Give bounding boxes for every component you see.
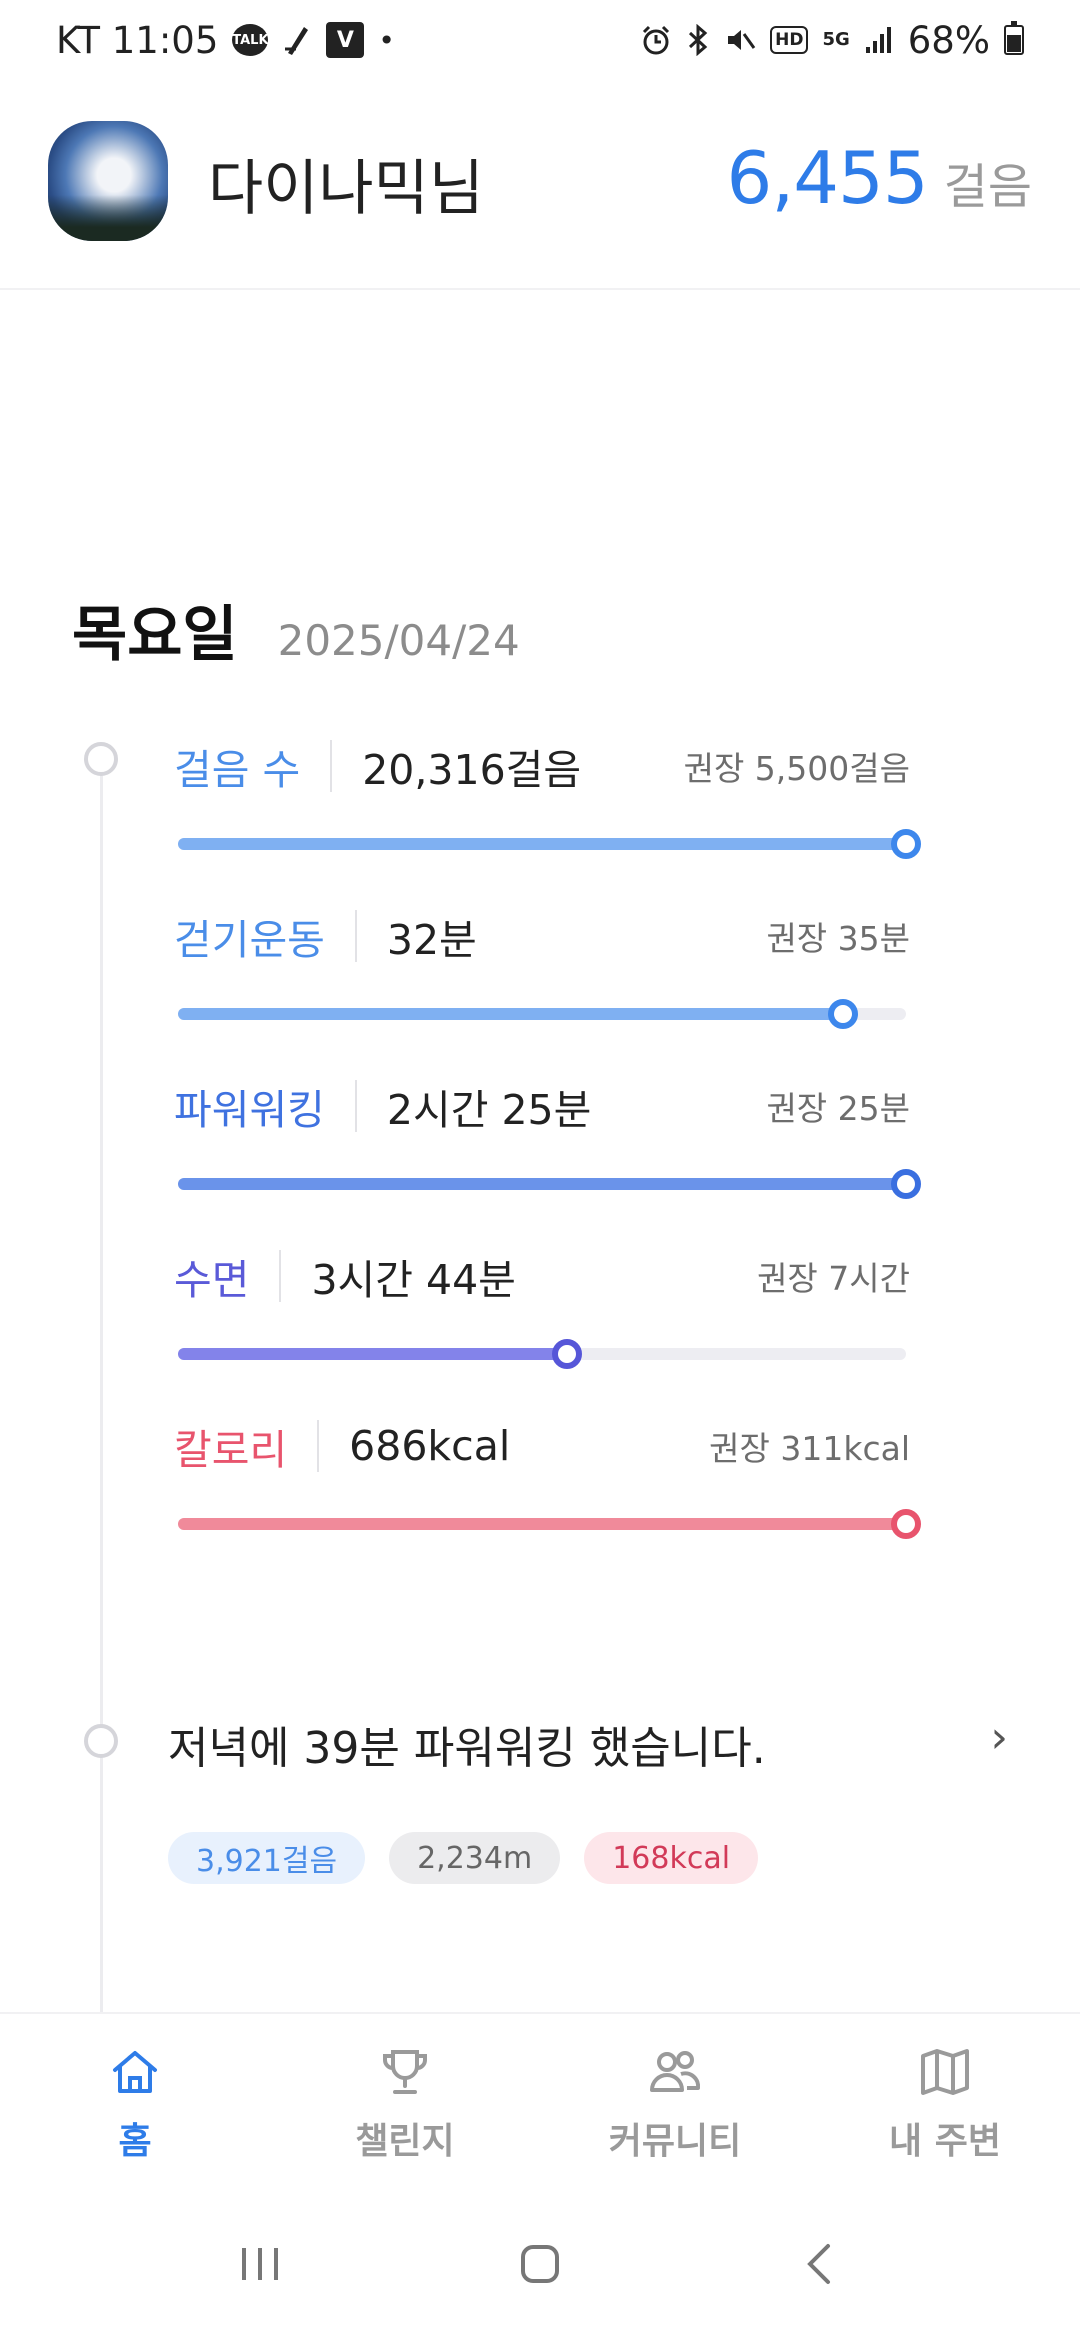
nav-label: 홈 bbox=[118, 2121, 152, 2162]
metric-divider bbox=[330, 740, 333, 792]
progress-fill bbox=[178, 1178, 906, 1190]
metric-item[interactable]: 걸음 수 20,316걸음 권장 5,500걸음 bbox=[174, 736, 921, 886]
v-app-icon: V bbox=[326, 22, 365, 58]
people-icon bbox=[647, 2044, 703, 2104]
progress-knob bbox=[891, 1169, 921, 1199]
avatar[interactable] bbox=[48, 121, 168, 241]
mute-icon bbox=[724, 24, 756, 56]
metric-item[interactable]: 수면 3시간 44분 권장 7시간 bbox=[174, 1246, 910, 1396]
metric-row: 파워워킹 2시간 25분 권장 25분 bbox=[174, 1076, 910, 1136]
progress-fill bbox=[178, 1348, 567, 1360]
activity-chip: 3,921걸음 bbox=[168, 1832, 366, 1884]
hd-voice-icon: HD bbox=[770, 26, 809, 54]
trophy-icon bbox=[377, 2044, 433, 2104]
map-icon bbox=[917, 2044, 973, 2104]
battery-icon bbox=[1004, 21, 1024, 55]
progress-knob bbox=[551, 1339, 582, 1369]
metric-item[interactable]: 칼로리 686kcal 권장 311kcal bbox=[174, 1416, 921, 1566]
metric-value: 2시간 25분 bbox=[386, 1086, 592, 1134]
today-steps-value: 6,455 bbox=[726, 136, 929, 220]
progress-track bbox=[178, 999, 906, 1029]
metric-label: 걷기운동 bbox=[174, 916, 325, 964]
progress-track bbox=[178, 1339, 906, 1369]
metric-label: 수면 bbox=[174, 1256, 250, 1304]
activity-chips: 3,921걸음 2,234m 168kcal bbox=[168, 1832, 759, 1884]
metric-label: 걸음 수 bbox=[174, 746, 301, 794]
today-steps[interactable]: 6,455 걸음 bbox=[727, 136, 1032, 220]
progress-knob bbox=[891, 1509, 921, 1539]
metric-row: 걷기운동 32분 권장 35분 bbox=[174, 906, 910, 966]
home-button-icon[interactable] bbox=[510, 2234, 570, 2298]
status-right: HD 5G 68% bbox=[640, 19, 1024, 62]
metric-value: 3시간 44분 bbox=[311, 1256, 516, 1304]
bluetooth-icon bbox=[686, 24, 710, 56]
metric-divider bbox=[317, 1420, 320, 1472]
metric-item[interactable]: 파워워킹 2시간 25분 권장 25분 bbox=[174, 1076, 921, 1226]
metric-value: 32분 bbox=[386, 916, 477, 964]
activity-chip: 2,234m bbox=[389, 1832, 561, 1884]
metric-recommended: 권장 5,500걸음 bbox=[683, 749, 910, 788]
timeline-dot bbox=[84, 1724, 118, 1758]
progress-track bbox=[178, 1169, 921, 1199]
metric-row: 수면 3시간 44분 권장 7시간 bbox=[174, 1246, 910, 1306]
metric-label: 파워워킹 bbox=[174, 1086, 325, 1134]
timeline-line bbox=[100, 762, 103, 2022]
activity-chip: 168kcal bbox=[584, 1832, 759, 1884]
date: 2025/04/24 bbox=[277, 616, 520, 665]
5g-icon: 5G bbox=[822, 29, 850, 50]
progress-knob bbox=[891, 829, 921, 859]
today-steps-unit: 걸음 bbox=[943, 159, 1032, 215]
metric-label: 칼로리 bbox=[174, 1426, 288, 1474]
status-left: KT 11:05 TALK V • bbox=[56, 19, 395, 62]
home-icon bbox=[107, 2044, 163, 2104]
metric-recommended: 권장 35분 bbox=[766, 919, 910, 958]
metric-recommended: 권장 25분 bbox=[766, 1089, 910, 1128]
progress-knob bbox=[828, 999, 859, 1029]
nav-item[interactable]: 커뮤니티 bbox=[540, 2014, 810, 2192]
username[interactable]: 다이나믹님 bbox=[208, 140, 484, 227]
progress-fill bbox=[178, 1518, 906, 1530]
battery-percent: 68% bbox=[907, 18, 990, 62]
recent-apps-icon[interactable] bbox=[230, 2234, 290, 2298]
metric-item[interactable]: 걷기운동 32분 권장 35분 bbox=[174, 906, 910, 1056]
progress-track bbox=[178, 1509, 921, 1539]
back-icon[interactable] bbox=[790, 2234, 850, 2298]
notification-dot: • bbox=[378, 23, 395, 57]
progress-fill bbox=[178, 838, 906, 850]
carrier-time: KT 11:05 bbox=[56, 18, 219, 62]
kakaotalk-icon: TALK bbox=[232, 24, 269, 56]
nav-item[interactable]: 홈 bbox=[0, 2014, 270, 2192]
nav-item[interactable]: 내 주변 bbox=[810, 2014, 1080, 2192]
progress-track bbox=[178, 829, 921, 859]
timeline-dot bbox=[84, 742, 118, 776]
pen-icon bbox=[282, 23, 312, 57]
metric-divider bbox=[354, 1080, 357, 1132]
day-heading: 목요일 2025/04/24 bbox=[72, 586, 520, 673]
metric-recommended: 권장 311kcal bbox=[709, 1429, 910, 1468]
alarm-icon bbox=[640, 24, 672, 56]
nav-label: 내 주변 bbox=[889, 2121, 1001, 2162]
metric-row: 칼로리 686kcal 권장 311kcal bbox=[174, 1416, 910, 1476]
metric-divider bbox=[279, 1250, 282, 1302]
bottom-navigation: 홈 챌린지 커뮤니티 내 주변 bbox=[0, 2012, 1080, 2192]
activity-item[interactable]: 저녁에 39분 파워워킹 했습니다. › bbox=[168, 1712, 1028, 1776]
profile-header: 다이나믹님 6,455 걸음 bbox=[0, 80, 1080, 290]
chevron-right-icon[interactable]: › bbox=[990, 1712, 1008, 1763]
metric-divider bbox=[354, 910, 357, 962]
weekday: 목요일 bbox=[72, 600, 238, 670]
nav-item[interactable]: 챌린지 bbox=[270, 2014, 540, 2192]
metric-value: 686kcal bbox=[349, 1422, 511, 1470]
nav-label: 커뮤니티 bbox=[608, 2121, 742, 2162]
status-bar: KT 11:05 TALK V • HD 5G 68% bbox=[0, 0, 1080, 80]
signal-icon bbox=[864, 25, 894, 55]
activity-message: 저녁에 39분 파워워킹 했습니다. bbox=[168, 1723, 766, 1774]
metric-value: 20,316걸음 bbox=[362, 746, 582, 794]
progress-fill bbox=[178, 1008, 844, 1020]
nav-label: 챌린지 bbox=[355, 2121, 455, 2162]
system-navigation bbox=[0, 2192, 1080, 2340]
metric-recommended: 권장 7시간 bbox=[757, 1259, 910, 1298]
metric-row: 걸음 수 20,316걸음 권장 5,500걸음 bbox=[174, 736, 910, 796]
